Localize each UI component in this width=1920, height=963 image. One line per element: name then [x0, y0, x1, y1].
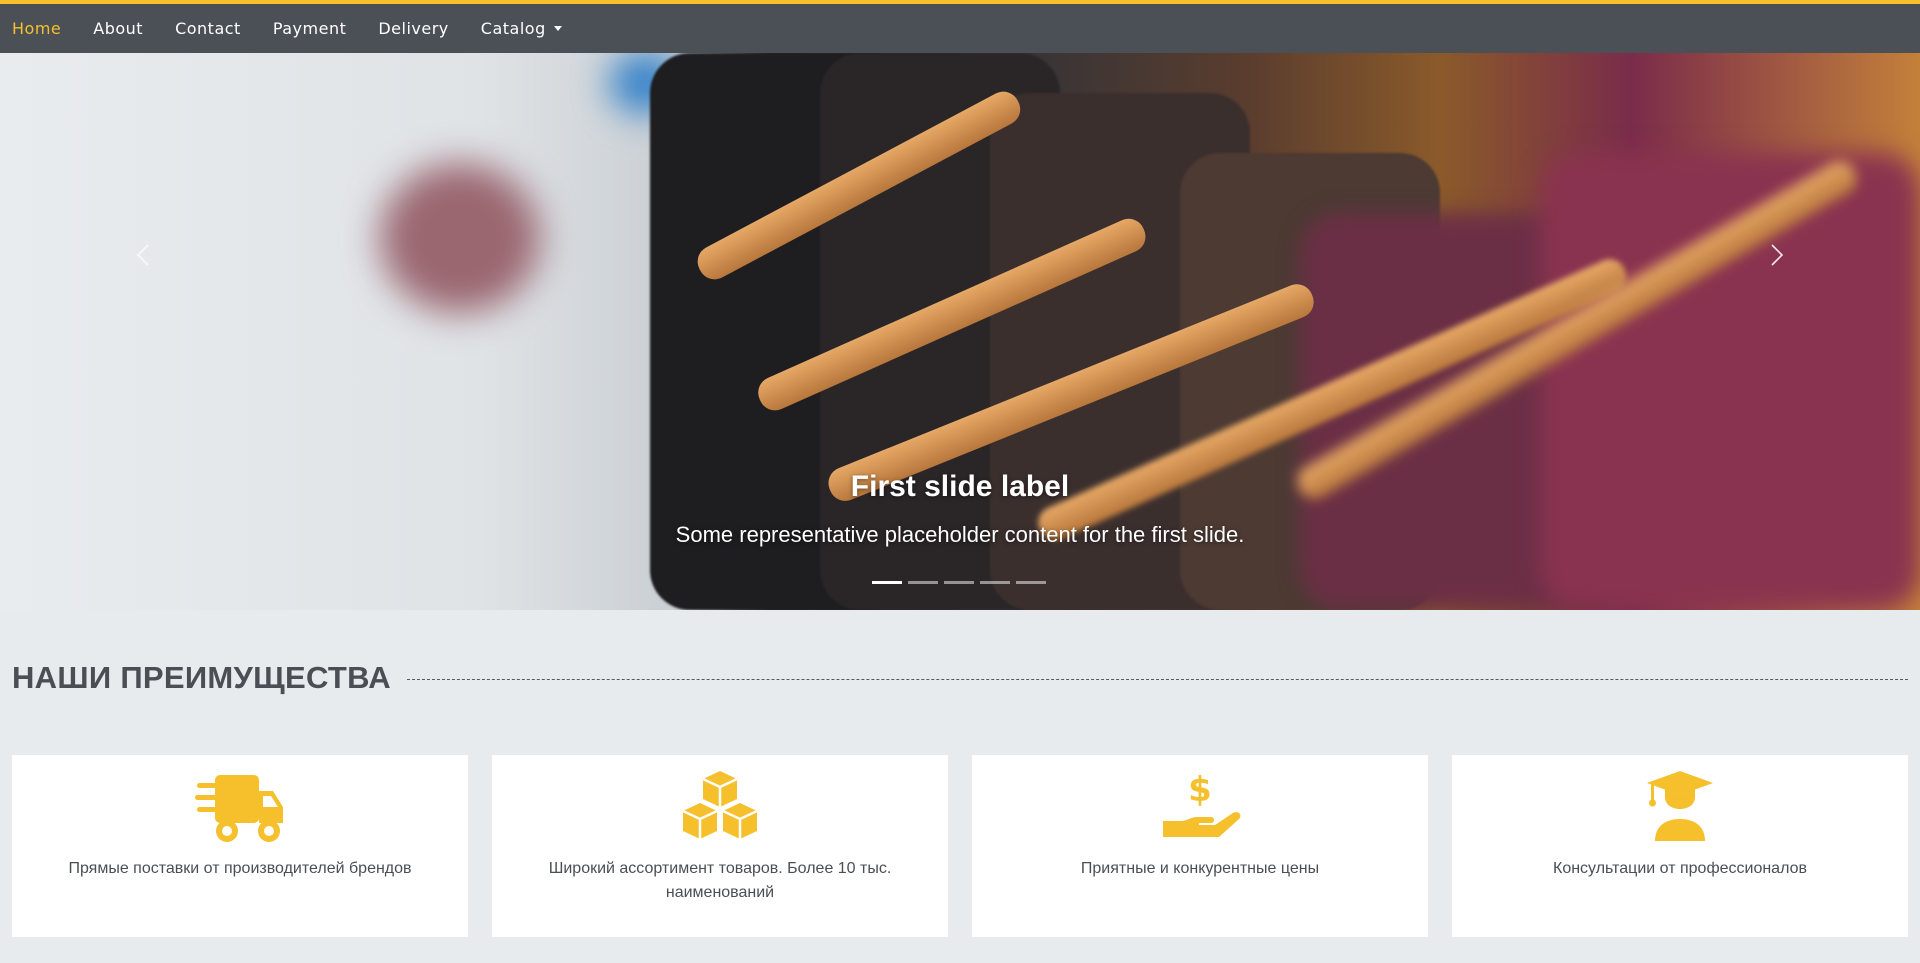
nav-delivery[interactable]: Delivery [378, 19, 448, 38]
nav-about[interactable]: About [93, 19, 143, 38]
carousel-next-button[interactable] [1764, 243, 1788, 267]
advantage-card-prices: $ Приятные и конкурентные цены [972, 755, 1428, 937]
carousel-indicator-5[interactable] [1016, 581, 1046, 584]
advantage-text: Консультации от профессионалов [1553, 860, 1807, 877]
carousel-indicators [872, 581, 1046, 584]
carousel-indicator-3[interactable] [944, 581, 974, 584]
caret-down-icon [553, 26, 562, 31]
carousel-indicator-1[interactable] [872, 581, 902, 584]
advantage-text: Приятные и конкурентные цены [1080, 860, 1320, 877]
advantage-card-assortment: Широкий ассортимент товаров. Более 10 ты… [492, 755, 948, 937]
advantages-heading: НАШИ ПРЕИМУЩЕСТВА [12, 660, 1908, 696]
advantage-card-delivery: Прямые поставки от производителей брендо… [12, 755, 468, 937]
advantage-text: Широкий ассортимент товаров. Более 10 ты… [548, 860, 892, 901]
section-title: НАШИ ПРЕИМУЩЕСТВА [12, 660, 391, 695]
nav-catalog-label: Catalog [480, 19, 546, 38]
svg-text:$: $ [1188, 770, 1212, 810]
carousel-caption-title: First slide label [850, 470, 1070, 503]
advantage-text: Прямые поставки от производителей брендо… [68, 860, 412, 877]
carousel-prev-button[interactable] [132, 243, 156, 267]
advantages-list: Прямые поставки от производителей брендо… [12, 755, 1908, 937]
graduate-icon [1635, 769, 1725, 845]
carousel-indicator-2[interactable] [908, 581, 938, 584]
chevron-right-icon [1771, 244, 1784, 266]
truck-icon [195, 769, 285, 845]
nav-catalog-dropdown[interactable]: Catalog [481, 19, 562, 38]
advantage-card-consulting: Консультации от профессионалов [1452, 755, 1908, 937]
top-navbar: Home About Contact Payment Delivery Cata… [0, 0, 1920, 53]
chevron-left-icon [136, 244, 149, 266]
hand-dollar-icon: $ [1155, 769, 1245, 845]
nav-contact[interactable]: Contact [175, 19, 241, 38]
nav-payment[interactable]: Payment [273, 19, 347, 38]
nav-home[interactable]: Home [12, 19, 61, 38]
boxes-icon [675, 769, 765, 845]
carousel-indicator-4[interactable] [980, 581, 1010, 584]
hero-carousel: First slide label Some representative pl… [0, 53, 1920, 610]
carousel-caption-text: Some representative placeholder content … [675, 522, 1245, 547]
section-divider [407, 678, 1908, 680]
